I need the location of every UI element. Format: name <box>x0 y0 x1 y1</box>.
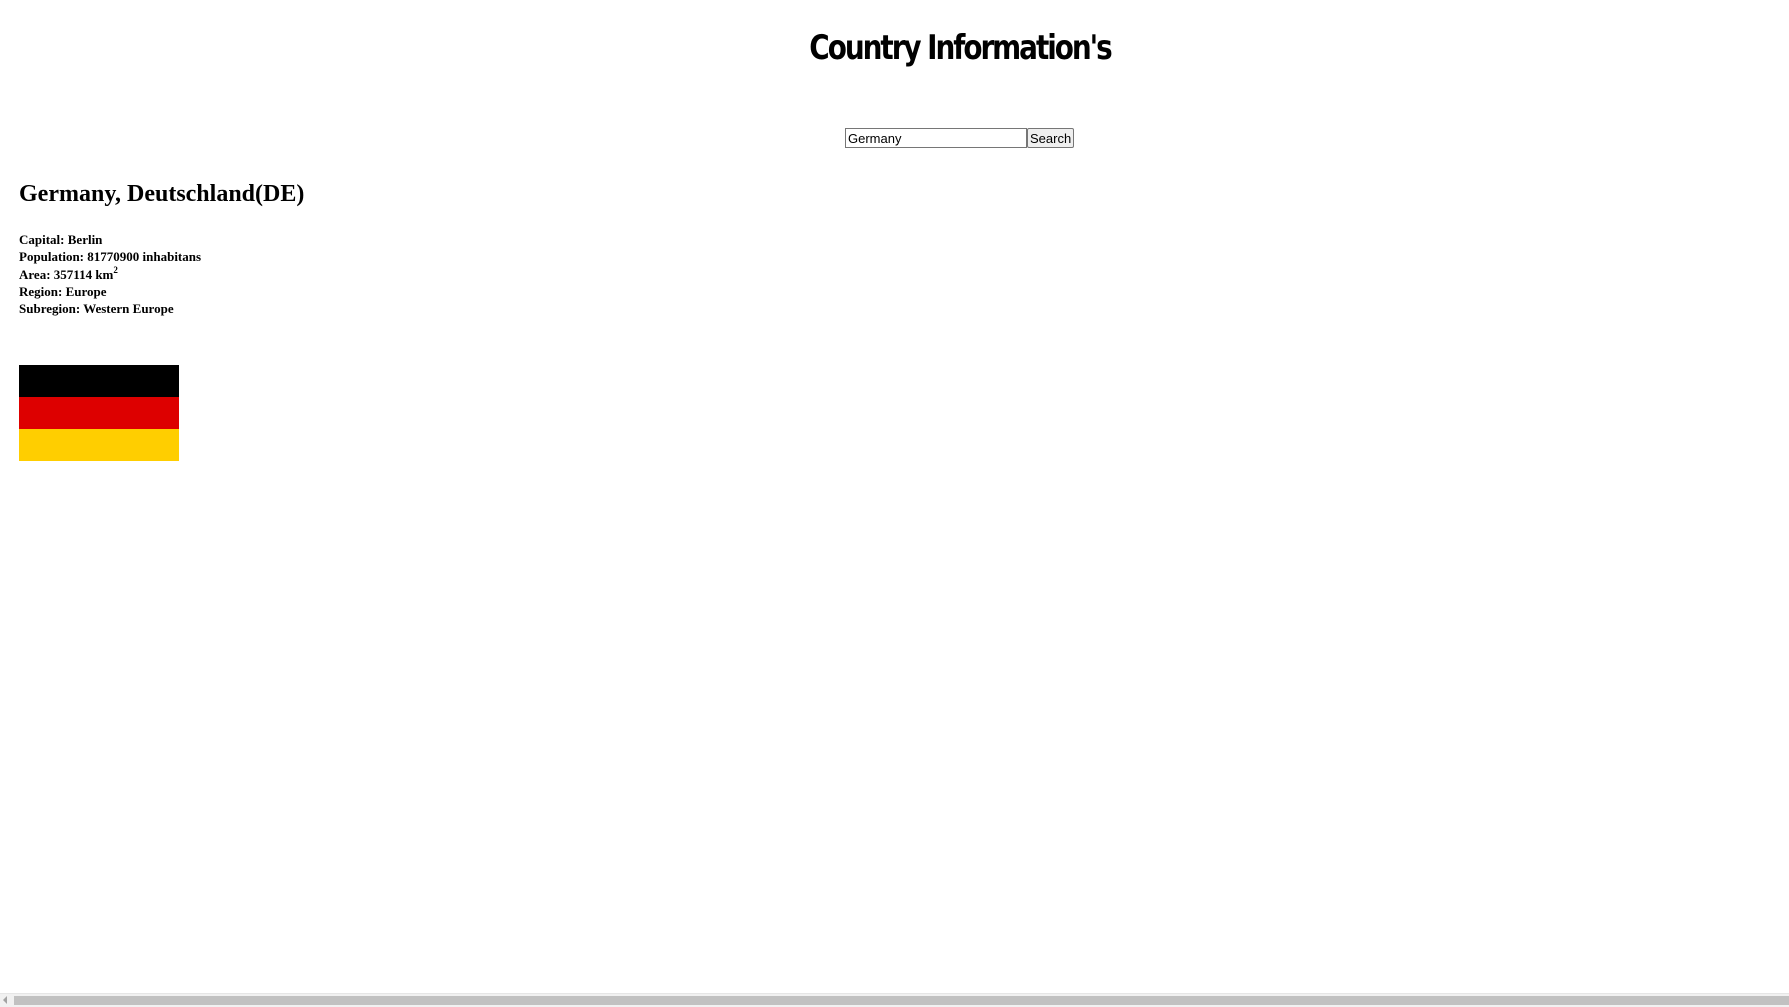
region-value: Europe <box>65 284 107 299</box>
page-title: Country Information's <box>809 28 1112 68</box>
scrollbar-thumb[interactable] <box>14 996 1789 1005</box>
region-label: Region: <box>19 284 66 299</box>
area-label: Area: <box>19 267 54 282</box>
flag-stripe-red <box>19 397 179 429</box>
area-value: 357114 <box>53 267 93 282</box>
horizontal-scrollbar[interactable] <box>0 993 1789 1007</box>
search-input[interactable] <box>845 128 1027 148</box>
capital-value: Berlin <box>67 232 103 247</box>
subregion-label: Subregion: <box>19 300 84 316</box>
area-line: Area: 357114 km2 <box>19 265 201 284</box>
flag-stripe-gold <box>19 429 179 461</box>
area-exponent: 2 <box>113 265 118 275</box>
capital-line: Capital: Berlin <box>19 232 201 249</box>
population-value: 81770900 <box>87 248 140 264</box>
region-line: Region: Europe <box>19 284 201 301</box>
subregion-line: Subregion: Western Europe <box>19 301 201 318</box>
country-info: Capital: Berlin Population: 81770900 inh… <box>19 232 201 317</box>
subregion-value: Western Europe <box>83 300 174 316</box>
flag-stripe-black <box>19 365 179 397</box>
search-bar: Search <box>845 128 1075 148</box>
capital-label: Capital: <box>19 232 68 247</box>
search-button[interactable]: Search <box>1027 128 1075 148</box>
population-label: Population: <box>19 248 88 264</box>
population-line: Population: 81770900 inhabitans <box>19 249 201 266</box>
germany-flag-icon <box>19 365 179 461</box>
scroll-left-arrow-icon[interactable] <box>3 996 7 1004</box>
population-suffix: inhabitans <box>139 248 202 264</box>
area-unit: km <box>92 267 114 282</box>
country-heading: Germany, Deutschland(DE) <box>19 181 305 207</box>
